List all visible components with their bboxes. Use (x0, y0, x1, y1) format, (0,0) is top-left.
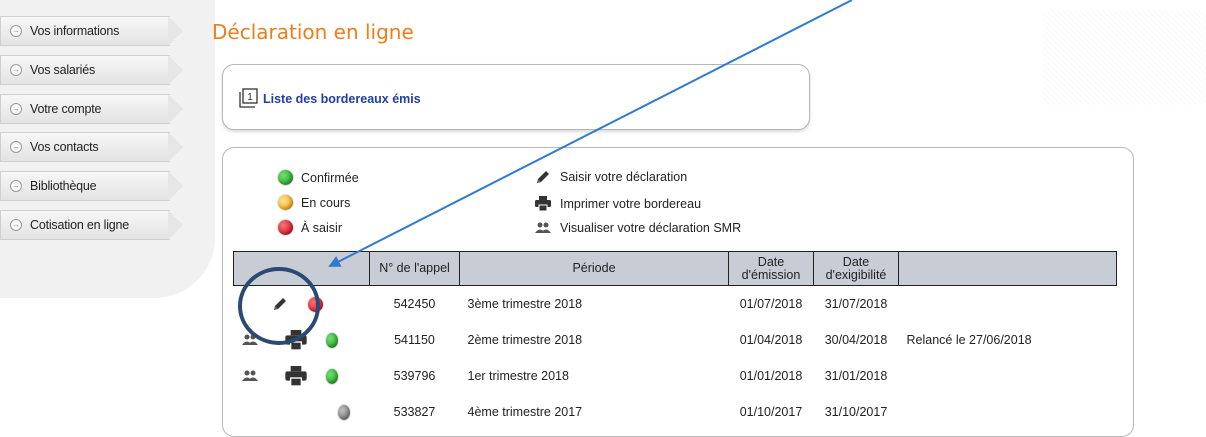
status-dot-grey-icon (337, 404, 350, 420)
legend-label: Imprimer votre bordereau (560, 196, 702, 211)
cell-date-exigibilite: 31/10/2017 (824, 405, 888, 419)
status-dot-green-icon (325, 368, 338, 384)
legend-en-cours: En cours (278, 195, 350, 210)
cell-date-emission: 01/07/2018 (739, 297, 803, 311)
table-row: 533827 4ème trimestre 2017 01/10/2017 31… (234, 394, 1117, 430)
pencil-icon (537, 171, 549, 183)
status-dot-green-icon (325, 332, 338, 348)
legend-label: Saisir votre déclaration (560, 170, 688, 184)
svg-text:1: 1 (247, 92, 253, 103)
status-dot-orange-icon (278, 195, 293, 210)
sidebar-item-vos-salaries[interactable]: → Vos salariés (0, 55, 185, 85)
legend-imprimer: Imprimer votre bordereau (535, 196, 701, 211)
cell-date-emission: 01/10/2017 (739, 405, 803, 419)
cell-date-emission: 01/04/2018 (739, 333, 803, 347)
status-dot-green-icon (278, 170, 293, 185)
legend-label: Confirmée (301, 170, 359, 185)
legend-label: À saisir (301, 220, 342, 235)
header-periode: Période (459, 251, 729, 286)
sidebar-item-label: Bibliothèque (30, 179, 97, 193)
cell-num: 533827 (393, 405, 436, 419)
cell-periode: 4ème trimestre 2017 (467, 405, 583, 419)
cell-num: 541150 (394, 333, 435, 347)
sidebar-item-label: Cotisation en ligne (30, 218, 130, 232)
cell-periode: 2ème trimestre 2018 (467, 333, 583, 347)
cell-periode: 1er trimestre 2018 (467, 369, 569, 383)
sidebar-item-label: Vos informations (30, 24, 120, 38)
cell-note (899, 358, 1117, 394)
row-actions (234, 394, 370, 430)
printer-icon[interactable] (266, 330, 326, 350)
status-dot-red-icon (278, 220, 293, 235)
header-actions (233, 251, 370, 286)
cell-num: 539796 (393, 369, 436, 383)
status-dot-red-icon (308, 296, 323, 312)
users-icon[interactable] (234, 334, 266, 346)
header-num: N° de l'appel (369, 251, 460, 286)
header-note (898, 251, 1117, 286)
bordereaux-list-card: 1 Liste des bordereaux émis (222, 64, 810, 130)
sidebar-item-bibliotheque[interactable]: → Bibliothèque (0, 171, 185, 201)
row-actions (234, 286, 370, 323)
legend-a-saisir: À saisir (278, 220, 342, 235)
table-row: 542450 3ème trimestre 2018 01/07/2018 31… (234, 286, 1117, 323)
legend-label: Visualiser votre déclaration SMR (560, 221, 742, 235)
arrow-right-icon: → (10, 180, 22, 192)
cell-note (899, 394, 1117, 430)
users-icon[interactable] (234, 370, 266, 382)
sidebar-item-label: Vos contacts (30, 140, 99, 154)
legend-saisir: Saisir votre déclaration (535, 169, 687, 185)
cell-periode: 3ème trimestre 2018 (467, 297, 583, 311)
cell-date-exigibilite: 31/07/2018 (824, 297, 888, 311)
cell-date-exigibilite: 31/01/2018 (824, 369, 888, 383)
printer-icon (535, 196, 551, 211)
legend-visualiser: Visualiser votre déclaration SMR (535, 221, 741, 235)
bordereaux-table: N° de l'appel Période Date d'émission Dat… (233, 251, 1117, 430)
arrow-right-icon: → (10, 141, 22, 153)
header-date-exigibilite: Date d'exigibilité (813, 251, 899, 286)
sidebar-item-label: Votre compte (30, 102, 102, 116)
cell-date-emission: 01/01/2018 (739, 369, 803, 383)
sidebar-item-vos-contacts[interactable]: → Vos contacts (0, 132, 185, 162)
arrow-right-icon: → (10, 25, 22, 37)
table-row: 541150 2ème trimestre 2018 01/04/2018 30… (234, 322, 1117, 358)
cell-note (899, 286, 1117, 323)
header-date-emission: Date d'émission (728, 251, 814, 286)
sidebar-item-cotisation-en-ligne[interactable]: → Cotisation en ligne (0, 210, 185, 240)
sidebar-item-votre-compte[interactable]: → Votre compte (0, 94, 185, 124)
page-title: Déclaration en ligne (212, 20, 414, 44)
legend-label: En cours (301, 195, 351, 210)
legend-confirmee: Confirmée (278, 170, 359, 185)
sidebar-item-vos-informations[interactable]: → Vos informations (0, 16, 185, 46)
row-actions (234, 358, 370, 394)
pencil-icon[interactable] (266, 296, 294, 312)
cell-date-exigibilite: 30/04/2018 (824, 333, 888, 347)
list-document-icon: 1 (239, 88, 258, 108)
table-header-row: N° de l'appel Période Date d'émission Dat… (233, 251, 1117, 286)
row-actions (234, 322, 370, 358)
bordereaux-list-link[interactable]: Liste des bordereaux émis (263, 92, 421, 106)
arrow-right-icon: → (10, 219, 22, 231)
table-row: 539796 1er trimestre 2018 01/01/2018 31/… (234, 358, 1117, 394)
users-icon (535, 222, 551, 233)
arrow-right-icon: → (10, 103, 22, 115)
faded-background-pattern (1043, 10, 1206, 105)
cell-num: 542450 (393, 297, 436, 311)
cell-note: Relancé le 27/06/2018 (906, 333, 1032, 347)
printer-icon[interactable] (266, 366, 326, 386)
arrow-right-icon: → (10, 64, 22, 76)
sidebar-item-label: Vos salariés (30, 63, 95, 77)
